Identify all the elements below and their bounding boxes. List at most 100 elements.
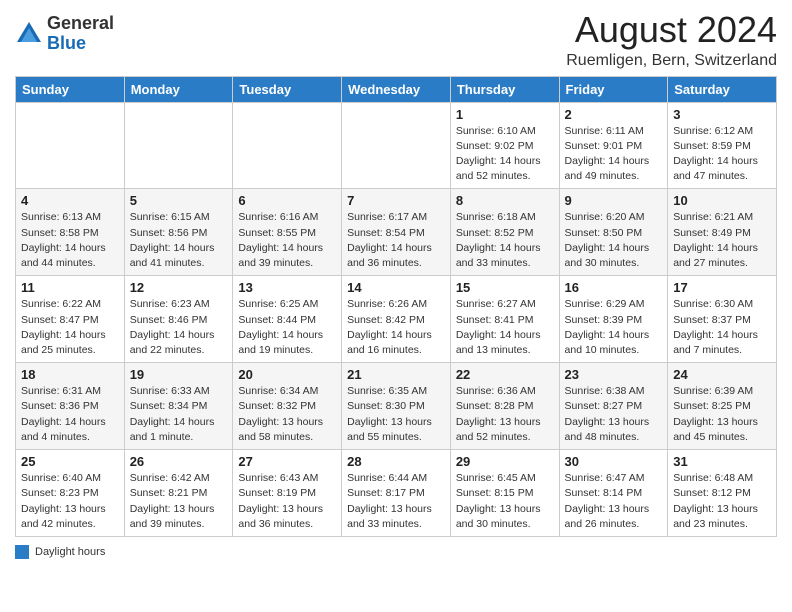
header-cell-thursday: Thursday	[450, 76, 559, 102]
day-info: Sunrise: 6:12 AMSunset: 8:59 PMDaylight:…	[673, 124, 771, 185]
calendar-week-5: 25 Sunrise: 6:40 AMSunset: 8:23 PMDayligh…	[16, 450, 777, 537]
day-number: 19	[130, 367, 228, 382]
legend-label: Daylight hours	[35, 546, 105, 558]
day-info: Sunrise: 6:20 AMSunset: 8:50 PMDaylight:…	[565, 210, 663, 271]
header-cell-sunday: Sunday	[16, 76, 125, 102]
calendar-cell: 4Sunrise: 6:13 AMSunset: 8:58 PMDaylight…	[16, 189, 125, 276]
month-year-title: August 2024	[566, 10, 777, 50]
day-number: 24	[673, 367, 771, 382]
calendar-cell	[124, 102, 233, 189]
header-cell-tuesday: Tuesday	[233, 76, 342, 102]
calendar-cell: 20 Sunrise: 6:34 AMSunset: 8:32 PMDayligh…	[233, 363, 342, 450]
day-info: Sunrise: 6:42 AMSunset: 8:21 PMDaylight:…	[130, 471, 228, 532]
day-number: 29	[456, 454, 554, 469]
header-cell-saturday: Saturday	[668, 76, 777, 102]
logo-icon	[15, 20, 43, 48]
header-cell-monday: Monday	[124, 76, 233, 102]
calendar-cell: 15 Sunrise: 6:27 AMSunset: 8:41 PMDayligh…	[450, 276, 559, 363]
day-info: Sunrise: 6:45 AMSunset: 8:15 PMDaylight:…	[456, 471, 554, 532]
day-info: Sunrise: 6:26 AMSunset: 8:42 PMDaylight:…	[347, 297, 445, 358]
day-info: Sunrise: 6:34 AMSunset: 8:32 PMDaylight:…	[238, 384, 336, 445]
day-number: 31	[673, 454, 771, 469]
day-number: 14	[347, 280, 445, 295]
calendar-cell: 24 Sunrise: 6:39 AMSunset: 8:25 PMDayligh…	[668, 363, 777, 450]
day-info: Sunrise: 6:23 AMSunset: 8:46 PMDaylight:…	[130, 297, 228, 358]
calendar-cell: 23 Sunrise: 6:38 AMSunset: 8:27 PMDayligh…	[559, 363, 668, 450]
calendar-cell: 16Sunrise: 6:29 AMSunset: 8:39 PMDayligh…	[559, 276, 668, 363]
calendar-cell: 22Sunrise: 6:36 AMSunset: 8:28 PMDayligh…	[450, 363, 559, 450]
day-info: Sunrise: 6:39 AMSunset: 8:25 PMDaylight:…	[673, 384, 771, 445]
day-number: 21	[347, 367, 445, 382]
day-info: Sunrise: 6:44 AMSunset: 8:17 PMDaylight:…	[347, 471, 445, 532]
day-info: Sunrise: 6:18 AMSunset: 8:52 PMDaylight:…	[456, 210, 554, 271]
day-info: Sunrise: 6:40 AMSunset: 8:23 PMDaylight:…	[21, 471, 119, 532]
calendar-cell: 27 Sunrise: 6:43 AMSunset: 8:19 PMDayligh…	[233, 450, 342, 537]
logo-general: General	[47, 14, 114, 34]
calendar-cell: 29 Sunrise: 6:45 AMSunset: 8:15 PMDayligh…	[450, 450, 559, 537]
calendar-cell: 8Sunrise: 6:18 AMSunset: 8:52 PMDaylight…	[450, 189, 559, 276]
day-number: 5	[130, 193, 228, 208]
calendar-week-1: 1 Sunrise: 6:10 AMSunset: 9:02 PMDaylight…	[16, 102, 777, 189]
calendar-cell: 14 Sunrise: 6:26 AMSunset: 8:42 PMDayligh…	[342, 276, 451, 363]
calendar-cell: 25 Sunrise: 6:40 AMSunset: 8:23 PMDayligh…	[16, 450, 125, 537]
calendar-cell	[16, 102, 125, 189]
calendar-cell: 28Sunrise: 6:44 AMSunset: 8:17 PMDayligh…	[342, 450, 451, 537]
day-number: 1	[456, 107, 554, 122]
day-number: 3	[673, 107, 771, 122]
calendar-cell: 18 Sunrise: 6:31 AMSunset: 8:36 PMDayligh…	[16, 363, 125, 450]
logo-blue: Blue	[47, 34, 114, 54]
calendar-cell	[342, 102, 451, 189]
header-row: SundayMondayTuesdayWednesdayThursdayFrid…	[16, 76, 777, 102]
calendar-week-2: 4Sunrise: 6:13 AMSunset: 8:58 PMDaylight…	[16, 189, 777, 276]
location-subtitle: Ruemligen, Bern, Switzerland	[566, 52, 777, 70]
day-number: 15	[456, 280, 554, 295]
day-number: 6	[238, 193, 336, 208]
day-number: 11	[21, 280, 119, 295]
calendar-cell: 1 Sunrise: 6:10 AMSunset: 9:02 PMDaylight…	[450, 102, 559, 189]
day-info: Sunrise: 6:22 AMSunset: 8:47 PMDaylight:…	[21, 297, 119, 358]
title-block: August 2024 Ruemligen, Bern, Switzerland	[566, 10, 777, 70]
calendar-cell: 3 Sunrise: 6:12 AMSunset: 8:59 PMDaylight…	[668, 102, 777, 189]
calendar-cell: 21Sunrise: 6:35 AMSunset: 8:30 PMDayligh…	[342, 363, 451, 450]
day-info: Sunrise: 6:31 AMSunset: 8:36 PMDaylight:…	[21, 384, 119, 445]
day-number: 26	[130, 454, 228, 469]
day-number: 10	[673, 193, 771, 208]
day-number: 23	[565, 367, 663, 382]
day-info: Sunrise: 6:16 AMSunset: 8:55 PMDaylight:…	[238, 210, 336, 271]
day-number: 18	[21, 367, 119, 382]
day-info: Sunrise: 6:10 AMSunset: 9:02 PMDaylight:…	[456, 124, 554, 185]
day-number: 20	[238, 367, 336, 382]
header-cell-friday: Friday	[559, 76, 668, 102]
calendar-cell: 12 Sunrise: 6:23 AMSunset: 8:46 PMDayligh…	[124, 276, 233, 363]
day-number: 17	[673, 280, 771, 295]
calendar-cell: 10 Sunrise: 6:21 AMSunset: 8:49 PMDayligh…	[668, 189, 777, 276]
calendar-week-4: 18 Sunrise: 6:31 AMSunset: 8:36 PMDayligh…	[16, 363, 777, 450]
legend: Daylight hours	[15, 545, 777, 559]
day-info: Sunrise: 6:30 AMSunset: 8:37 PMDaylight:…	[673, 297, 771, 358]
calendar-cell: 17 Sunrise: 6:30 AMSunset: 8:37 PMDayligh…	[668, 276, 777, 363]
page-header: General Blue August 2024 Ruemligen, Bern…	[15, 10, 777, 70]
day-number: 27	[238, 454, 336, 469]
day-number: 9	[565, 193, 663, 208]
legend-color-box	[15, 545, 29, 559]
day-info: Sunrise: 6:21 AMSunset: 8:49 PMDaylight:…	[673, 210, 771, 271]
day-info: Sunrise: 6:27 AMSunset: 8:41 PMDaylight:…	[456, 297, 554, 358]
calendar-cell: 19 Sunrise: 6:33 AMSunset: 8:34 PMDayligh…	[124, 363, 233, 450]
day-info: Sunrise: 6:47 AMSunset: 8:14 PMDaylight:…	[565, 471, 663, 532]
day-number: 25	[21, 454, 119, 469]
calendar-table: SundayMondayTuesdayWednesdayThursdayFrid…	[15, 76, 777, 537]
day-info: Sunrise: 6:29 AMSunset: 8:39 PMDaylight:…	[565, 297, 663, 358]
day-number: 4	[21, 193, 119, 208]
day-number: 30	[565, 454, 663, 469]
day-number: 7	[347, 193, 445, 208]
calendar-cell: 7Sunrise: 6:17 AMSunset: 8:54 PMDaylight…	[342, 189, 451, 276]
logo: General Blue	[15, 14, 114, 54]
calendar-cell: 5Sunrise: 6:15 AMSunset: 8:56 PMDaylight…	[124, 189, 233, 276]
calendar-cell: 9 Sunrise: 6:20 AMSunset: 8:50 PMDaylight…	[559, 189, 668, 276]
day-info: Sunrise: 6:38 AMSunset: 8:27 PMDaylight:…	[565, 384, 663, 445]
day-number: 12	[130, 280, 228, 295]
calendar-cell: 30 Sunrise: 6:47 AMSunset: 8:14 PMDayligh…	[559, 450, 668, 537]
day-info: Sunrise: 6:43 AMSunset: 8:19 PMDaylight:…	[238, 471, 336, 532]
calendar-week-3: 11 Sunrise: 6:22 AMSunset: 8:47 PMDayligh…	[16, 276, 777, 363]
day-info: Sunrise: 6:33 AMSunset: 8:34 PMDaylight:…	[130, 384, 228, 445]
